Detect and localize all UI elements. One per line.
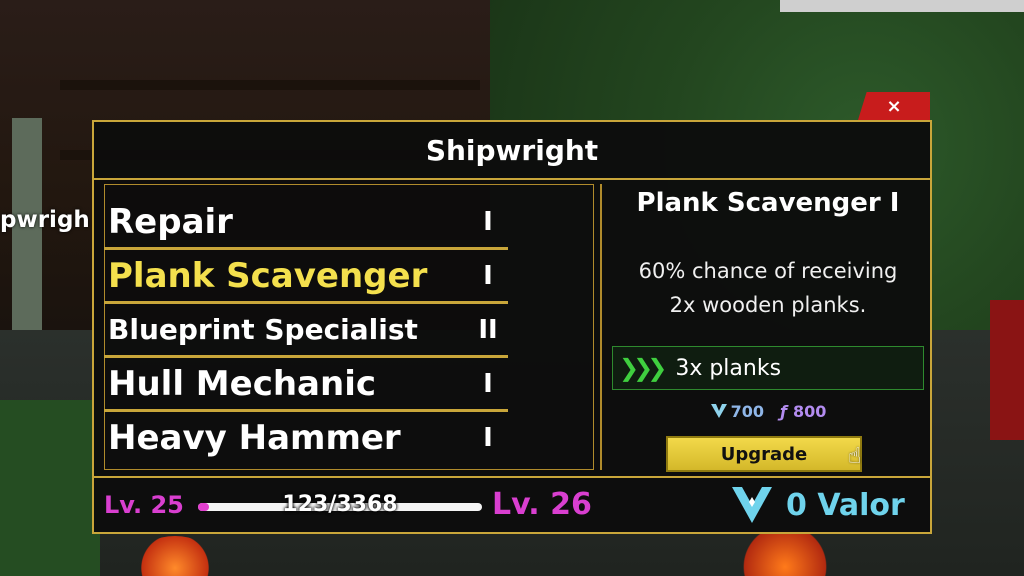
skill-description: 60% chance of receiving 2x wooden planks… bbox=[606, 254, 930, 322]
description-line: 2x wooden planks. bbox=[669, 293, 867, 317]
wall-shelf bbox=[60, 80, 480, 90]
upgrade-benefit: ❯❯❯ 3x planks bbox=[612, 346, 924, 390]
valor-v-icon bbox=[710, 404, 727, 418]
fragment-f-icon: ƒ bbox=[780, 402, 787, 421]
chevron-arrows-icon: ❯❯❯ bbox=[619, 354, 667, 382]
grass-patch bbox=[0, 400, 100, 576]
skill-name: Plank Scavenger bbox=[108, 256, 428, 296]
panel-divider bbox=[600, 184, 602, 470]
skill-level: I bbox=[483, 369, 493, 399]
npc-nameplate: pwrigh bbox=[0, 207, 90, 233]
skill-name: Hull Mechanic bbox=[108, 364, 377, 404]
fire-effect bbox=[740, 530, 830, 576]
skill-name: Blueprint Specialist bbox=[108, 313, 418, 346]
cost-fragments: 800 bbox=[792, 402, 827, 421]
stone-pillar bbox=[12, 118, 42, 348]
skill-level: II bbox=[478, 315, 498, 345]
xp-text: 123/3368 bbox=[282, 492, 398, 517]
valor-amount: 0 Valor bbox=[786, 487, 905, 523]
next-level: Lv. 26 bbox=[492, 487, 592, 522]
skill-name: Heavy Hammer bbox=[108, 418, 401, 458]
npc-figure bbox=[990, 300, 1024, 440]
valor-v-icon bbox=[732, 487, 772, 523]
fire-effect bbox=[140, 536, 210, 576]
cost-valor: 700 bbox=[730, 402, 765, 421]
skill-level: I bbox=[483, 261, 493, 291]
skill-row-blueprint-specialist[interactable]: Blueprint Specialist II bbox=[104, 304, 508, 358]
skill-level: I bbox=[483, 423, 493, 453]
sign-board bbox=[780, 0, 1024, 12]
skill-detail-title: Plank Scavenger I bbox=[636, 188, 900, 218]
close-icon: × bbox=[886, 95, 902, 117]
skill-row-repair[interactable]: Repair I bbox=[104, 196, 508, 250]
benefit-text: 3x planks bbox=[675, 355, 782, 381]
skill-level: I bbox=[483, 207, 493, 237]
skill-row-heavy-hammer[interactable]: Heavy Hammer I bbox=[108, 412, 508, 464]
valor-display: 0 Valor bbox=[730, 478, 905, 532]
close-button[interactable]: × bbox=[858, 92, 930, 120]
skill-row-plank-scavenger[interactable]: Plank Scavenger I bbox=[104, 250, 508, 304]
shipwright-panel: Shipwright Repair I Plank Scavenger I Bl… bbox=[92, 120, 932, 534]
panel-title: Shipwright bbox=[94, 122, 930, 180]
description-line: 60% chance of receiving bbox=[638, 259, 898, 283]
current-level: Lv. 25 bbox=[104, 491, 184, 519]
skill-row-hull-mechanic[interactable]: Hull Mechanic I bbox=[104, 358, 508, 412]
pointer-cursor-icon: ☝ bbox=[848, 444, 862, 469]
level-bar: Lv. 25 123/3368 Lv. 26 0 Valor bbox=[94, 476, 930, 532]
skill-name: Repair bbox=[108, 202, 233, 242]
upgrade-cost: 700 ƒ 800 bbox=[606, 402, 930, 421]
upgrade-button[interactable]: Upgrade bbox=[666, 436, 862, 472]
